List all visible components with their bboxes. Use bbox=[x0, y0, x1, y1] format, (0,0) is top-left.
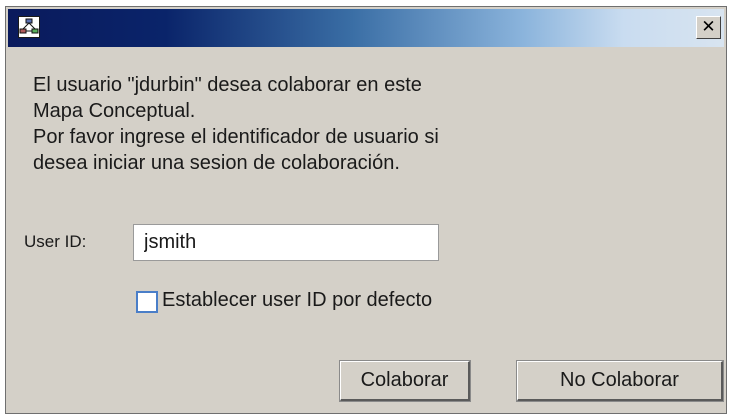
title-bar[interactable]: ✕ bbox=[8, 9, 724, 47]
message-line: desea iniciar una sesion de colaboración… bbox=[33, 152, 400, 174]
concept-map-app-icon bbox=[18, 16, 40, 38]
userid-input[interactable] bbox=[133, 224, 439, 261]
close-button[interactable]: ✕ bbox=[696, 16, 721, 39]
no-colaborar-button[interactable]: No Colaborar bbox=[517, 361, 723, 401]
userid-label: User ID: bbox=[24, 232, 87, 251]
default-userid-checkbox[interactable] bbox=[136, 291, 158, 313]
default-userid-checkbox-label[interactable]: Establecer user ID por defecto bbox=[162, 289, 432, 312]
collaboration-dialog: ✕ El usuario "jdurbin" desea colaborar e… bbox=[5, 6, 727, 414]
message-line: Por favor ingrese el identificador de us… bbox=[33, 126, 439, 148]
close-icon: ✕ bbox=[701, 17, 716, 37]
message-line: Mapa Conceptual. bbox=[33, 100, 196, 122]
message-line: El usuario "jdurbin" desea colaborar en … bbox=[33, 74, 422, 96]
colaborar-button[interactable]: Colaborar bbox=[340, 361, 470, 401]
collaboration-message: El usuario "jdurbin" desea colaborar en … bbox=[33, 72, 593, 176]
